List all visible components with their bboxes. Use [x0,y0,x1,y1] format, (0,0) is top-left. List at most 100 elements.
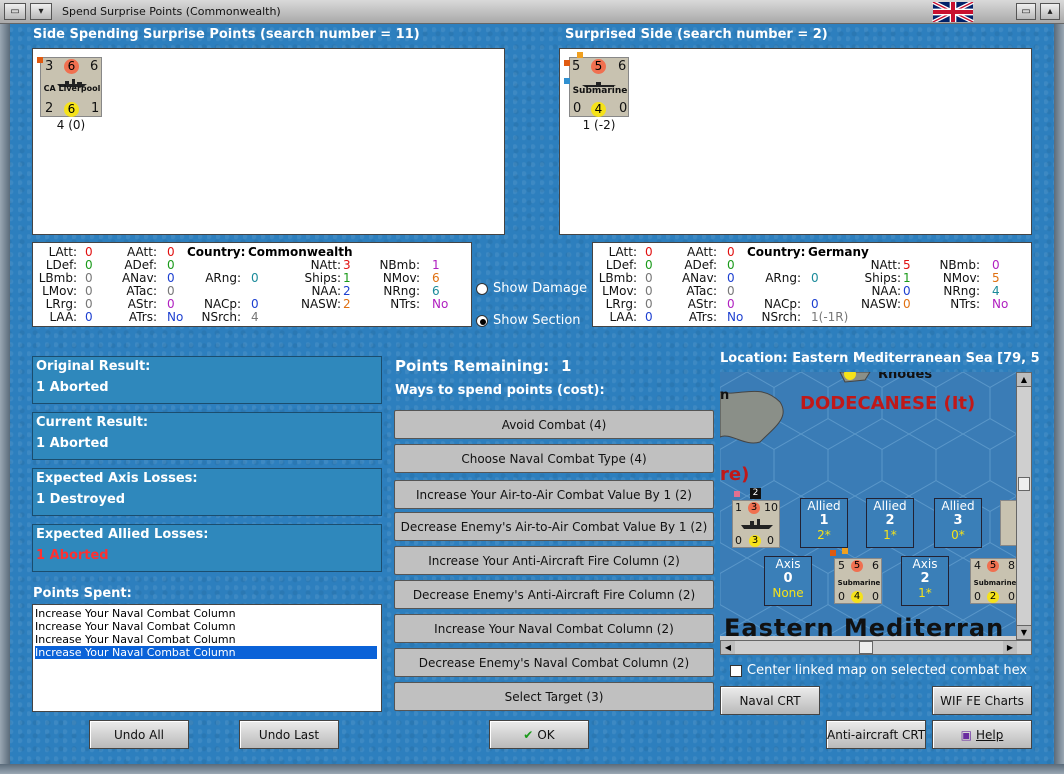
show-damage-label[interactable]: Show Damage [493,281,587,296]
title-bar: ▭ ▾ Spend Surprise Points (Commonwealth)… [0,0,1064,24]
list-item[interactable]: Increase Your Naval Combat Column [35,620,377,633]
unit-stat: 0 [1008,590,1015,603]
allied-losses-value: 1 Aborted [36,548,109,563]
decrease-naval-combat-button[interactable]: Decrease Enemy's Naval Combat Column (2) [394,648,714,677]
show-section-label[interactable]: Show Section [493,313,581,328]
wif-fe-charts-button[interactable]: WIF FE Charts [932,686,1032,715]
scroll-down-icon[interactable]: ▼ [1017,625,1031,639]
scroll-thumb[interactable] [1018,477,1030,491]
stat-label-ships: Ships: [864,271,901,285]
map-unit-counter-submarine[interactable]: 5 5 6 Submarine 0 4 0 [834,558,882,604]
map-unit-counter[interactable]: 1 3 10 0 3 0 [732,500,780,548]
stat-label-aatt: AAtt: [127,245,157,259]
map-label-rhodes: Rhodes [878,372,933,382]
stat-value-natt: 3 [343,258,351,272]
unit-counter-ca-liverpool[interactable]: 3 6 6 CA Liverpool 2 6 1 [37,57,102,117]
box-sub: 2* [817,528,831,542]
axis-box-0[interactable]: Axis 0 None [764,556,812,606]
list-item[interactable]: Increase Your Naval Combat Column [35,607,377,620]
stat-value-lbmb: 0 [645,271,653,285]
stat-label-ldef: LDef: [605,258,637,272]
scroll-right-icon[interactable]: ▶ [1003,641,1017,654]
checkmark-icon: ✔ [523,728,534,742]
axis-box-2[interactable]: Axis 2 1* [901,556,949,606]
allied-box-3[interactable]: Allied 3 0* [934,498,982,548]
help-button[interactable]: ▣ Help [932,720,1032,749]
increase-air-to-air-button[interactable]: Increase Your Air-to-Air Combat Value By… [394,480,714,509]
map-label-fragment: re) [720,464,750,485]
map-unit-counter-partial[interactable] [1000,500,1016,546]
allied-losses-label: Expected Allied Losses: [36,527,209,542]
center-linked-map-label[interactable]: Center linked map on selected combat hex [747,663,1027,678]
stat-value-laa: 0 [645,310,653,324]
spending-side-header: Side Spending Surprise Points (search nu… [33,27,420,42]
unit-stat: 3 [749,535,761,547]
unit-stat: 0 [974,590,981,603]
warship-icon [741,518,773,529]
stat-value-natt: 5 [903,258,911,272]
decrease-anti-aircraft-button[interactable]: Decrease Enemy's Anti-Aircraft Fire Colu… [394,580,714,609]
show-section-radio[interactable] [476,315,488,327]
stat-value-nrng: 6 [432,284,440,298]
allied-box-2[interactable]: Allied 2 1* [866,498,914,548]
stat-label-lrrg: LRrg: [45,297,77,311]
unit-stat: 0 [573,101,582,116]
surprised-units-panel: 5 5 6 Submarine 0 4 0 1 (-2) [559,48,1032,235]
scroll-up-icon[interactable]: ▲ [1017,373,1031,387]
map-unit-counter-submarine-2[interactable]: 4 5 8 Submarine 0 2 0 [970,558,1016,604]
unit-stat: 5 [591,59,606,74]
show-damage-radio[interactable] [476,283,488,295]
stat-label-nmov: NMov: [942,271,980,285]
unit-stat: 1 [735,501,742,514]
center-linked-map-checkbox[interactable] [730,665,742,677]
map-horizontal-scrollbar[interactable]: ◀ ▶ [720,640,1032,655]
allied-box-1[interactable]: Allied 1 2* [800,498,848,548]
choose-naval-combat-type-button[interactable]: Choose Naval Combat Type (4) [394,444,714,473]
points-spent-list[interactable]: Increase Your Naval Combat Column Increa… [32,604,382,712]
naval-crt-button[interactable]: Naval CRT [720,686,820,715]
close-icon[interactable]: ▴ [1040,3,1060,20]
system-menu-icon[interactable]: ▭ [4,3,26,20]
stat-label-atrs: ATrs: [128,310,157,324]
map-vertical-scrollbar[interactable]: ▲ ▼ [1016,372,1032,640]
stat-value-ntrs: No [992,297,1009,311]
stat-label-nrng: NRng: [383,284,420,298]
points-remaining-label: Points Remaining: [395,357,550,375]
ok-button[interactable]: ✔ OK [489,720,589,749]
list-item[interactable]: Increase Your Naval Combat Column [35,633,377,646]
restore-icon[interactable]: ▭ [1016,3,1036,20]
avoid-combat-button[interactable]: Avoid Combat (4) [394,410,714,439]
scroll-left-icon[interactable]: ◀ [721,641,735,654]
unit-caption: 1 (-2) [582,118,616,132]
stat-label-nrng: NRng: [943,284,980,298]
minimize-icon[interactable]: ▾ [30,3,52,20]
unit-marker-icon [564,60,570,66]
scroll-thumb[interactable] [859,641,873,654]
unit-counter-submarine[interactable]: 5 5 6 Submarine 0 4 0 [564,52,629,117]
warship-icon [57,76,87,87]
stat-label-nsrch: NSrch: [761,310,801,324]
country-label: Country: [747,245,806,259]
stat-value-anav: 0 [727,271,735,285]
box-sub: 1* [883,528,897,542]
undo-all-button[interactable]: Undo All [89,720,189,749]
stat-value-naa: 2 [343,284,351,298]
select-target-button[interactable]: Select Target (3) [394,682,714,711]
box-number: 0 [783,571,793,586]
stat-value-lrrg: 0 [85,297,93,311]
increase-anti-aircraft-button[interactable]: Increase Your Anti-Aircraft Fire Column … [394,546,714,575]
stat-label-astr: AStr: [687,297,717,311]
stat-value-aatt: 0 [167,245,175,259]
stat-label-astr: AStr: [127,297,157,311]
unit-name: CA Liverpool [43,84,101,93]
anti-aircraft-crt-button[interactable]: Anti-aircraft CRT [826,720,926,749]
increase-naval-combat-button[interactable]: Increase Your Naval Combat Column (2) [394,614,714,643]
stat-value-ldef: 0 [85,258,93,272]
linked-map[interactable]: Rhodes n DODECANESE (It) re) 1 3 10 0 3 … [720,372,1016,640]
list-item-selected[interactable]: Increase Your Naval Combat Column [35,646,377,659]
unit-stat: 5 [851,560,863,572]
decrease-air-to-air-button[interactable]: Decrease Enemy's Air-to-Air Combat Value… [394,512,714,541]
stat-label-natt: NAtt: [310,258,341,272]
help-label: Help [975,728,1004,742]
undo-last-button[interactable]: Undo Last [239,720,339,749]
